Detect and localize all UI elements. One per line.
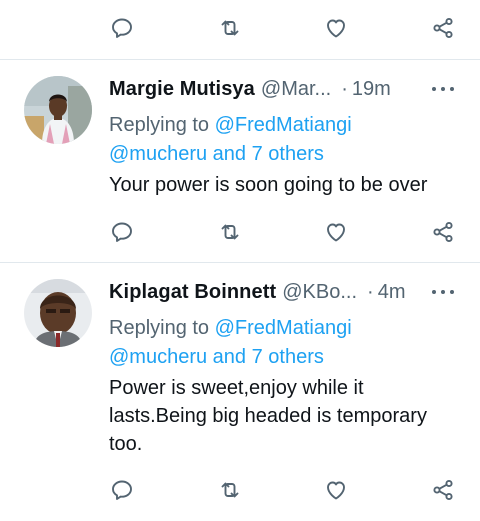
avatar[interactable] xyxy=(24,76,92,144)
tweet-text: Your power is soon going to be over xyxy=(109,174,428,196)
heart-icon xyxy=(324,478,348,502)
reply-icon xyxy=(110,478,134,502)
display-name[interactable]: Kiplagat Boinnett xyxy=(109,281,276,304)
share-button[interactable] xyxy=(428,475,458,505)
tweet-actions-bar xyxy=(0,474,480,514)
mention-others-link[interactable]: @mucheru and 7 others xyxy=(109,346,324,368)
retweet-icon xyxy=(218,220,242,244)
share-button[interactable] xyxy=(428,217,458,247)
reply-icon xyxy=(110,220,134,244)
more-dots-icon xyxy=(432,290,436,294)
tweet[interactable]: Kiplagat Boinnett @KBo... · 4m Replying … xyxy=(0,263,480,521)
more-button[interactable] xyxy=(428,282,458,302)
reply-button[interactable] xyxy=(107,217,137,247)
retweet-button[interactable] xyxy=(215,13,245,43)
more-dots-icon xyxy=(432,87,436,91)
avatar[interactable] xyxy=(24,279,92,347)
username[interactable]: @Mar... xyxy=(261,78,331,101)
replying-to: Replying to @FredMatiangi @mucheru and 7… xyxy=(109,314,459,372)
heart-icon xyxy=(324,220,348,244)
retweet-button[interactable] xyxy=(215,475,245,505)
like-button[interactable] xyxy=(321,13,351,43)
share-button[interactable] xyxy=(428,13,458,43)
tweet-header: Margie Mutisya @Mar... · 19m xyxy=(109,74,459,104)
tweet-actions-bar xyxy=(0,8,480,48)
mention-link[interactable]: @FredMatiangi xyxy=(215,317,352,339)
tweet-header: Kiplagat Boinnett @KBo... · 4m xyxy=(109,277,459,307)
mention-others-link[interactable]: @mucheru and 7 others xyxy=(109,143,324,165)
like-button[interactable] xyxy=(321,217,351,247)
replying-label: Replying to xyxy=(109,317,210,339)
mention-link[interactable]: @FredMatiangi xyxy=(215,114,352,136)
retweet-button[interactable] xyxy=(215,217,245,247)
tweet-text: Power is sweet,enjoy while it lasts.Bein… xyxy=(109,377,427,455)
more-button[interactable] xyxy=(428,79,458,99)
heart-icon xyxy=(324,16,348,40)
share-icon xyxy=(431,220,455,244)
retweet-icon xyxy=(218,16,242,40)
reply-icon xyxy=(110,16,134,40)
separator-dot: · xyxy=(367,280,374,303)
share-icon xyxy=(431,16,455,40)
tweet-actions-bar xyxy=(0,212,480,252)
display-name[interactable]: Margie Mutisya xyxy=(109,78,255,101)
replying-label: Replying to xyxy=(109,114,210,136)
like-button[interactable] xyxy=(321,475,351,505)
separator-dot: · xyxy=(341,77,348,100)
username[interactable]: @KBo... xyxy=(282,281,357,304)
replying-to: Replying to @FredMatiangi @mucheru and 7… xyxy=(109,111,459,169)
retweet-icon xyxy=(218,478,242,502)
timestamp[interactable]: 19m xyxy=(352,78,391,101)
timestamp[interactable]: 4m xyxy=(378,281,406,304)
reply-button[interactable] xyxy=(107,475,137,505)
tweet[interactable]: Margie Mutisya @Mar... · 19m Replying to… xyxy=(0,60,480,261)
share-icon xyxy=(431,478,455,502)
reply-button[interactable] xyxy=(107,13,137,43)
